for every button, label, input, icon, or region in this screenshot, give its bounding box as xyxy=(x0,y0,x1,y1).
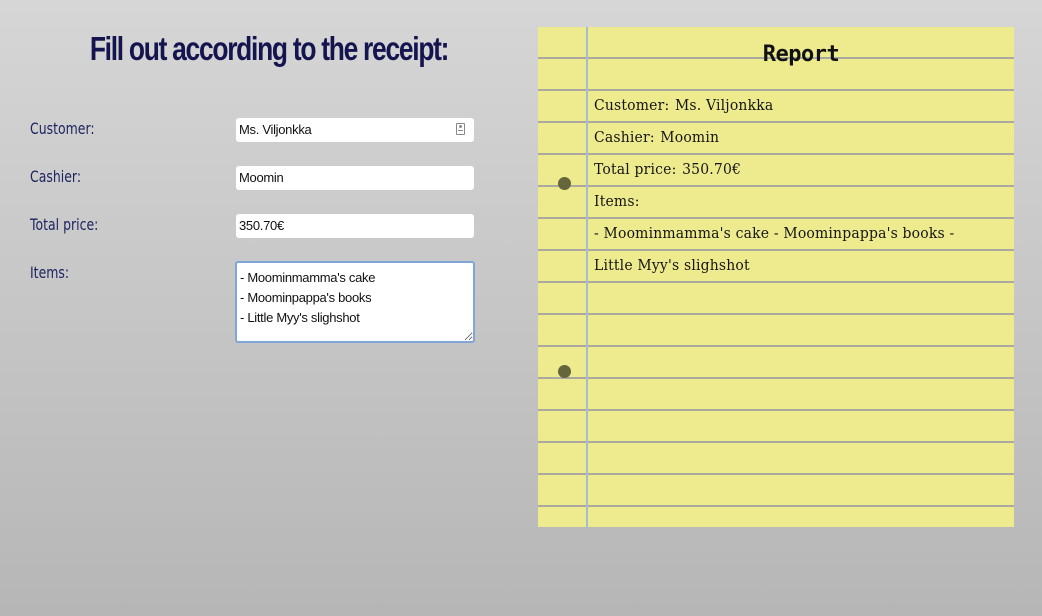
items-textarea[interactable]: - Moominmamma's cake - Moominpappa's boo… xyxy=(235,261,475,343)
cashier-label: Cashier: xyxy=(30,167,82,186)
report-total-line: Total price: 350.70€ xyxy=(594,153,975,185)
report-items-line-1: - Moominmamma's cake - Moominpappa's boo… xyxy=(594,224,955,242)
punch-hole-icon xyxy=(558,365,571,378)
customer-label: Customer: xyxy=(30,119,95,138)
cashier-input[interactable] xyxy=(236,166,474,190)
items-label: Items: xyxy=(30,263,70,282)
total-price-input[interactable] xyxy=(236,214,474,238)
report-total-value: 350.70€ xyxy=(682,160,742,178)
report-title: Report xyxy=(762,42,840,67)
form-title: Fill out according to the receipt: xyxy=(89,30,450,67)
customer-input[interactable] xyxy=(236,118,474,142)
total-price-label: Total price: xyxy=(30,215,99,234)
report-customer-label: Customer: xyxy=(594,96,670,114)
contact-card-icon[interactable] xyxy=(456,123,465,135)
report-customer-line: Customer: Ms. Viljonkka xyxy=(594,89,975,121)
report-cashier-line: Cashier: Moomin xyxy=(594,121,975,153)
report-items-label: Items: xyxy=(594,192,640,210)
paper-margin-line xyxy=(586,27,588,527)
report-total-label: Total price: xyxy=(594,160,677,178)
report-paper: Report Customer: Ms. Viljonkka Cashier: Mo… xyxy=(538,27,1014,527)
report-cashier-label: Cashier: xyxy=(594,128,655,146)
report-items-line-2: Little Myy's slighshot xyxy=(594,256,750,274)
punch-hole-icon xyxy=(558,177,571,190)
report-customer-value: Ms. Viljonkka xyxy=(674,96,774,114)
report-cashier-value: Moomin xyxy=(660,128,720,146)
